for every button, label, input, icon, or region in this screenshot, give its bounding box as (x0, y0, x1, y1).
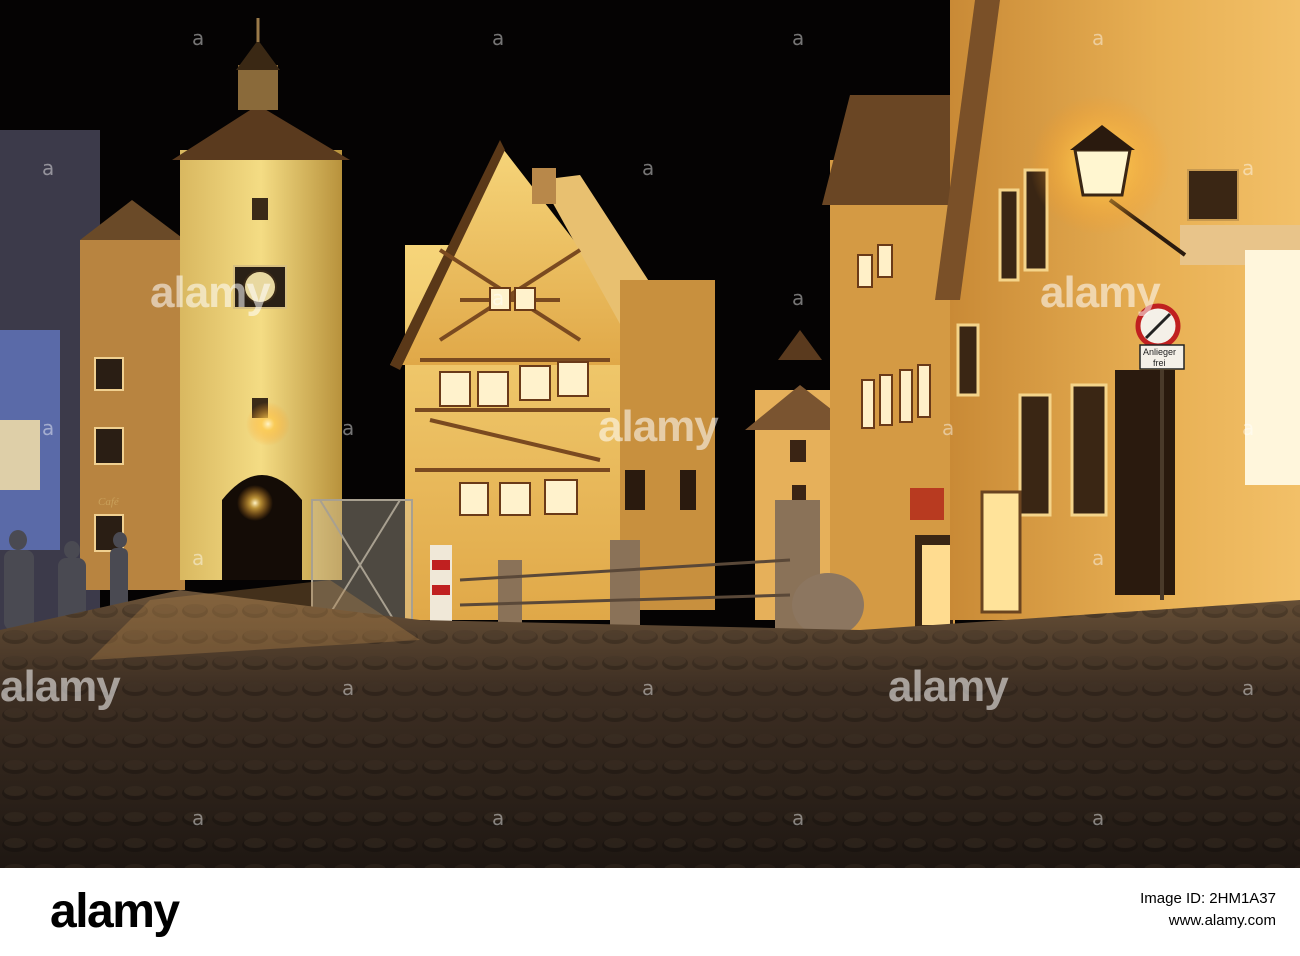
watermark-glyph: a (492, 26, 505, 50)
watermark-glyph: a (42, 416, 55, 440)
watermark-glyph: a (1092, 546, 1105, 570)
watermark: alamy (1040, 268, 1161, 317)
watermark-glyph: a (1092, 26, 1105, 50)
watermark-glyph: a (642, 156, 655, 180)
watermark-glyph: a (342, 676, 355, 700)
watermark-glyph: a (942, 416, 955, 440)
watermark-glyph: a (792, 806, 805, 830)
watermark-glyph: a (1242, 156, 1255, 180)
watermark-glyph: a (492, 806, 505, 830)
watermark-glyph: a (792, 286, 805, 310)
footer-logo[interactable]: alamy (50, 886, 180, 938)
site-url[interactable]: www.alamy.com (816, 910, 1276, 932)
watermark-glyph: a (492, 286, 505, 310)
watermark-glyph: a (342, 416, 355, 440)
watermark-glyph: a (192, 26, 205, 50)
watermark-glyph: a (792, 26, 805, 50)
watermark: alamy (598, 402, 719, 451)
watermark-glyph: a (1242, 676, 1255, 700)
watermark: alamy (150, 268, 271, 317)
watermark: alamy (0, 662, 121, 711)
image-id: Image ID: 2HM1A37 (1140, 890, 1276, 907)
watermark-glyph: a (1092, 806, 1105, 830)
watermark-glyph: a (42, 156, 55, 180)
cafe-sign: Café (98, 496, 120, 508)
sign-line1: Anlieger (1143, 347, 1176, 357)
watermark: alamy (888, 662, 1009, 711)
watermark-glyph: a (1242, 416, 1255, 440)
footer-bar: alamy Image ID: 2HM1A37 www.alamy.com (0, 868, 1300, 956)
photo: Café Anlieger frei alamy alamy alamy ala… (0, 0, 1300, 868)
sign-line2: frei (1153, 358, 1166, 368)
watermark-glyph: a (192, 806, 205, 830)
watermark-glyph: a (192, 546, 205, 570)
footer-info: Image ID: 2HM1A37 www.alamy.com (816, 888, 1276, 932)
watermark-glyph: a (642, 676, 655, 700)
